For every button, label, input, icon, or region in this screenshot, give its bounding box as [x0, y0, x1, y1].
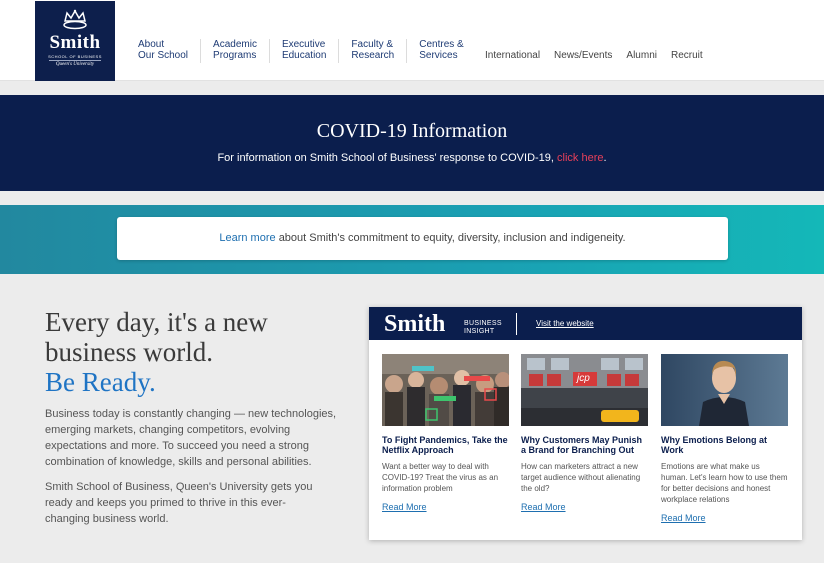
site-header: Smith SCHOOL OF BUSINESS Queen's Univers… — [0, 0, 824, 81]
hero-section: Every day, it's a new business world. Be… — [45, 307, 345, 527]
nav-academic-line1: Academic — [213, 39, 257, 50]
main-nav: About Our School Academic Programs Execu… — [138, 39, 476, 63]
hero-headline-line2: business world. — [45, 337, 213, 367]
logo-divider — [49, 60, 101, 61]
equity-text: about Smith's commitment to equity, dive… — [278, 232, 626, 244]
covid-text-before: For information on Smith School of Busin… — [217, 152, 554, 164]
nav-executive-line1: Executive — [281, 39, 326, 50]
nav-faculty-line2: Research — [351, 50, 395, 61]
article-image-portrait[interactable] — [661, 354, 788, 426]
covid-text: For information on Smith School of Busin… — [0, 152, 824, 164]
nav-executive-line2: Education — [281, 50, 327, 61]
hero-paragraph-2: Smith School of Business, Queen's Univer… — [45, 481, 313, 525]
crowd-photo — [382, 354, 509, 426]
covid-click-here-link[interactable]: click here — [557, 152, 603, 164]
nav-centres-line1: Centres & — [419, 39, 464, 50]
storefront-photo — [521, 354, 648, 426]
nav-faculty-research[interactable]: Faculty & Research — [338, 39, 406, 63]
nav-executive-education[interactable]: Executive Education — [268, 39, 338, 63]
article-card: jcp Why Customers May Punish a Brand for… — [521, 354, 648, 515]
article-title[interactable]: Why Customers May Punish a Brand for Bra… — [521, 435, 648, 455]
nav-academic-programs[interactable]: Academic Programs — [200, 39, 269, 63]
insight-label-business: BUSINESS — [464, 320, 502, 327]
insight-label-insight: INSIGHT — [464, 328, 495, 335]
article-title[interactable]: Why Emotions Belong at Work — [661, 435, 788, 455]
logo-brand: Smith — [49, 32, 101, 53]
nav-news-events[interactable]: News/Events — [554, 50, 612, 61]
equity-learn-more-link[interactable]: Learn more — [219, 232, 275, 244]
read-more-link[interactable]: Read More — [521, 502, 566, 512]
portrait-photo — [661, 354, 788, 426]
article-card: To Fight Pandemics, Take the Netflix App… — [382, 354, 509, 515]
insight-brand: Smith — [384, 311, 446, 337]
article-image-crowd[interactable] — [382, 354, 509, 426]
article-summary: How can marketers attract a new target a… — [521, 462, 641, 493]
read-more-link[interactable]: Read More — [661, 513, 706, 523]
crown-icon — [63, 9, 87, 30]
article-image-storefront[interactable]: jcp — [521, 354, 648, 426]
read-more-link[interactable]: Read More — [382, 502, 427, 512]
nav-recruit[interactable]: Recruit — [671, 50, 703, 61]
logo-university: Queen's University — [55, 62, 95, 67]
insight-header: Smith BUSINESS INSIGHT Visit the website — [369, 307, 802, 340]
business-insight-card: Smith BUSINESS INSIGHT Visit the website — [369, 307, 802, 540]
secondary-nav: International News/Events Alumni Recruit — [485, 50, 717, 61]
nav-centres-services[interactable]: Centres & Services — [406, 39, 475, 63]
hero-paragraph-1: Business today is constantly changing — … — [45, 408, 337, 468]
article-summary: Want a better way to deal with COVID-19?… — [382, 462, 499, 493]
smith-logo[interactable]: Smith SCHOOL OF BUSINESS Queen's Univers… — [35, 1, 115, 81]
equity-box: Learn more about Smith's commitment to e… — [117, 217, 728, 260]
nav-about-line2: Our School — [138, 50, 189, 61]
covid-text-after: . — [603, 152, 607, 164]
hero-be-ready: Be Ready. — [45, 367, 156, 397]
nav-faculty-line1: Faculty & — [351, 39, 394, 50]
nav-about-line1: About — [138, 39, 165, 50]
nav-academic-line2: Programs — [213, 50, 257, 61]
article-summary: Emotions are what make us human. Let's l… — [661, 462, 788, 504]
insight-label: BUSINESS INSIGHT — [464, 320, 502, 336]
insight-divider — [516, 313, 517, 335]
covid-banner: COVID-19 Information For information on … — [0, 95, 824, 191]
article-card: Why Emotions Belong at Work Emotions are… — [661, 354, 788, 526]
nav-alumni[interactable]: Alumni — [626, 50, 657, 61]
logo-subtitle: SCHOOL OF BUSINESS — [48, 54, 102, 59]
nav-centres-line2: Services — [419, 50, 458, 61]
nav-international[interactable]: International — [485, 50, 540, 61]
article-title[interactable]: To Fight Pandemics, Take the Netflix App… — [382, 435, 509, 455]
nav-about[interactable]: About Our School — [138, 39, 200, 63]
covid-title: COVID-19 Information — [316, 120, 508, 142]
equity-band: Learn more about Smith's commitment to e… — [0, 205, 824, 274]
hero-headline-line1: Every day, it's a new — [45, 307, 268, 337]
visit-website-link[interactable]: Visit the website — [536, 319, 594, 328]
store-sign: jcp — [577, 373, 590, 384]
